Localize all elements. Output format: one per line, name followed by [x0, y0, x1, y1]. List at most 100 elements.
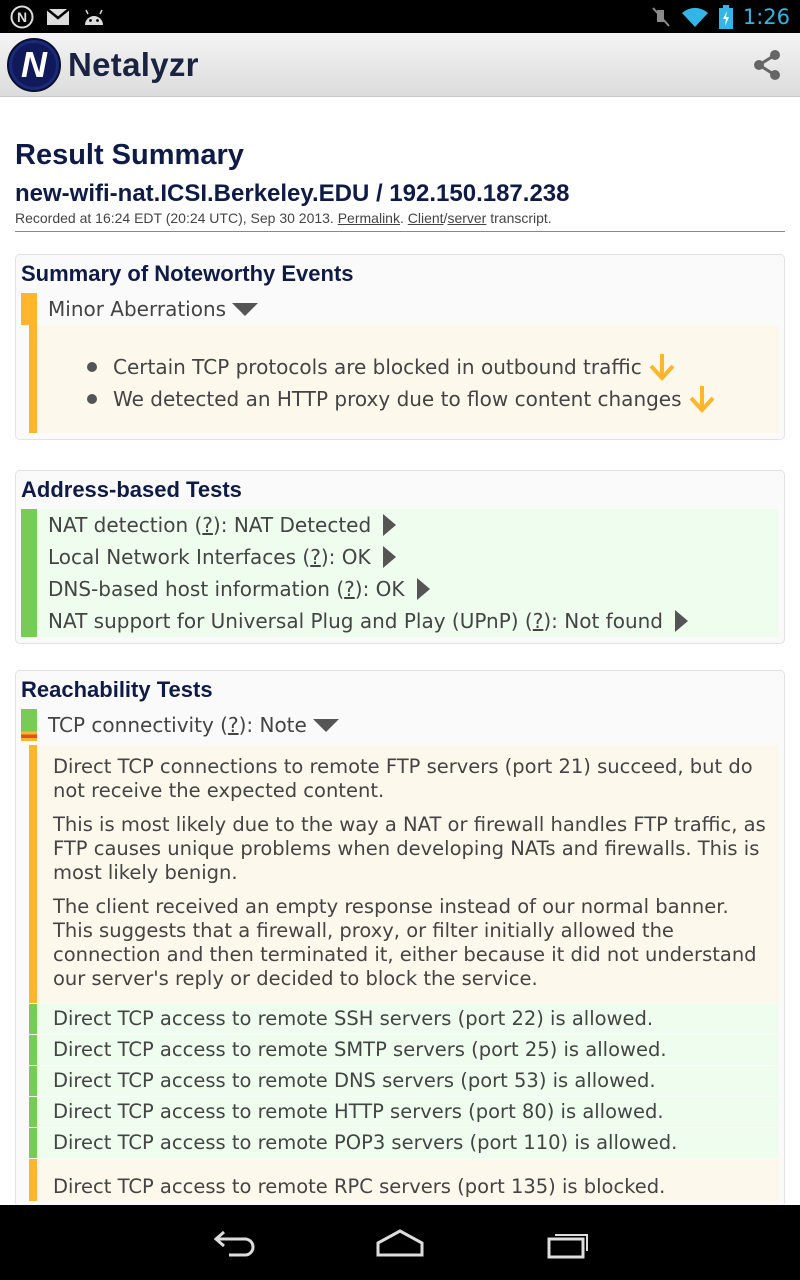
ok-bar: [29, 1004, 37, 1034]
port-row: Direct TCP access to remote POP3 servers…: [29, 1128, 779, 1158]
results-content[interactable]: Result Summary new-wifi-nat.ICSI.Berkele…: [0, 97, 800, 1205]
action-bar: N Netalyzr: [0, 33, 800, 97]
back-icon[interactable]: [207, 1225, 259, 1261]
detail-paragraph: This is most likely due to the way a NAT…: [53, 813, 766, 884]
app-title: Netalyzr: [68, 45, 199, 83]
expand-triangle-icon[interactable]: [675, 610, 689, 632]
test-result: OK: [375, 577, 405, 601]
mute-icon: [652, 6, 670, 27]
recorded-line: Recorded at 16:24 EDT (20:24 UTC), Sep 3…: [15, 210, 785, 232]
test-name: DNS-based host information: [48, 577, 330, 601]
warning-bar: [29, 325, 37, 433]
wifi-icon: [681, 7, 708, 27]
help-link[interactable]: ?: [344, 577, 355, 601]
test-result: Not found: [564, 609, 664, 633]
test-name: NAT detection: [48, 513, 189, 537]
help-link[interactable]: ?: [202, 513, 213, 537]
gmail-icon: [46, 7, 70, 25]
navigation-bar: [0, 1205, 800, 1280]
port-row: Direct TCP access to remote SSH servers …: [29, 1004, 779, 1034]
port-row: Direct TCP access to remote DNS servers …: [29, 1066, 779, 1096]
port-row: Direct TCP access to remote RPC servers …: [29, 1159, 779, 1201]
mixed-status-bar: [21, 709, 37, 741]
ok-bar: [21, 605, 37, 637]
minor-aberrations-label: Minor Aberrations: [48, 297, 227, 321]
noteworthy-detail: Certain TCP protocols are blocked in out…: [29, 325, 779, 433]
ok-bar: [29, 1097, 37, 1127]
minor-aberrations-toggle[interactable]: Minor Aberrations: [21, 293, 779, 325]
battery-charging-icon: [718, 4, 733, 29]
netalyzr-notification-icon: N: [10, 5, 34, 28]
ok-bar: [29, 1066, 37, 1096]
port-text: Direct TCP access to remote SSH servers …: [37, 1004, 779, 1034]
recorded-period: .: [399, 210, 408, 226]
port-row: Direct TCP access to remote HTTP servers…: [29, 1097, 779, 1127]
test-result: OK: [341, 545, 371, 569]
port-text: Direct TCP access to remote HTTP servers…: [37, 1097, 779, 1127]
test-row-local-interfaces[interactable]: Local Network Interfaces (?): OK: [21, 541, 779, 573]
share-icon[interactable]: [750, 48, 784, 82]
warning-bar: [29, 1159, 37, 1201]
port-text: Direct TCP access to remote SMTP servers…: [37, 1035, 779, 1065]
expand-triangle-icon[interactable]: [383, 514, 397, 536]
permalink-link[interactable]: Permalink: [338, 210, 400, 226]
tcp-connectivity-toggle[interactable]: TCP connectivity (?): Note: [21, 709, 779, 741]
netalyzr-logo-icon[interactable]: N: [6, 37, 62, 93]
ftp-detail: Direct TCP connections to remote FTP ser…: [29, 745, 779, 1003]
address-tests-title: Address-based Tests: [21, 477, 242, 502]
expand-triangle-icon[interactable]: [382, 546, 396, 568]
help-link[interactable]: ?: [310, 545, 321, 569]
host-address: new-wifi-nat.ICSI.Berkeley.EDU / 192.150…: [15, 180, 570, 207]
collapse-triangle-icon[interactable]: [232, 302, 259, 316]
event-item: We detected an HTTP proxy due to flow co…: [87, 383, 779, 415]
tcp-connectivity-label: TCP connectivity: [48, 713, 214, 737]
test-row-upnp[interactable]: NAT support for Universal Plug and Play …: [21, 605, 779, 637]
warning-bar: [29, 745, 37, 1003]
status-time: 1:26: [742, 4, 790, 29]
warning-bar: [21, 293, 37, 325]
ok-bar: [29, 1128, 37, 1158]
port-row: Direct TCP access to remote SMTP servers…: [29, 1035, 779, 1065]
port-text: Direct TCP access to remote RPC servers …: [37, 1159, 779, 1201]
recent-apps-icon[interactable]: [541, 1225, 593, 1261]
android-icon: [85, 9, 103, 25]
expand-triangle-icon[interactable]: [416, 578, 430, 600]
noteworthy-title: Summary of Noteworthy Events: [21, 261, 354, 286]
test-name: NAT support for Universal Plug and Play …: [48, 609, 519, 633]
bullet-icon: [87, 394, 97, 404]
test-row-nat-detection[interactable]: NAT detection (?): NAT Detected: [21, 509, 779, 541]
server-transcript-link[interactable]: server: [447, 210, 486, 226]
ok-bar: [21, 541, 37, 573]
test-name: Local Network Interfaces: [48, 545, 297, 569]
jump-down-arrow-icon[interactable]: [688, 384, 716, 414]
event-item: Certain TCP protocols are blocked in out…: [87, 351, 779, 383]
collapse-triangle-icon[interactable]: [312, 718, 339, 732]
recorded-text: Recorded at 16:24 EDT (20:24 UTC), Sep 3…: [15, 210, 338, 226]
address-tests-section: Address-based Tests NAT detection (?): N…: [15, 470, 785, 644]
reachability-title: Reachability Tests: [21, 677, 213, 702]
page-title: Result Summary: [15, 139, 244, 171]
test-row-dns-host-info[interactable]: DNS-based host information (?): OK: [21, 573, 779, 605]
detail-paragraph: The client received an empty response in…: [53, 895, 757, 990]
client-transcript-link[interactable]: Client: [408, 210, 444, 226]
recorded-transcript: transcript.: [486, 210, 552, 226]
bullet-icon: [87, 362, 97, 372]
ok-bar: [21, 509, 37, 541]
home-icon[interactable]: [374, 1225, 426, 1261]
noteworthy-section: Summary of Noteworthy Events Minor Aberr…: [15, 254, 785, 440]
status-bar: N 1:26: [0, 0, 800, 33]
help-link[interactable]: ?: [533, 609, 544, 633]
reachability-section: Reachability Tests TCP connectivity (?):…: [15, 670, 785, 1205]
test-result: NAT Detected: [233, 513, 372, 537]
svg-text:N: N: [21, 44, 48, 85]
jump-down-arrow-icon[interactable]: [648, 352, 676, 382]
detail-paragraph: Direct TCP connections to remote FTP ser…: [53, 755, 753, 802]
event-text: Certain TCP protocols are blocked in out…: [113, 355, 642, 379]
ok-bar: [21, 573, 37, 605]
svg-text:N: N: [17, 9, 27, 25]
ok-bar: [29, 1035, 37, 1065]
tcp-connectivity-result: Note: [259, 713, 307, 737]
port-text: Direct TCP access to remote POP3 servers…: [37, 1128, 779, 1158]
help-link[interactable]: ?: [228, 713, 239, 737]
port-text: Direct TCP access to remote DNS servers …: [37, 1066, 779, 1096]
